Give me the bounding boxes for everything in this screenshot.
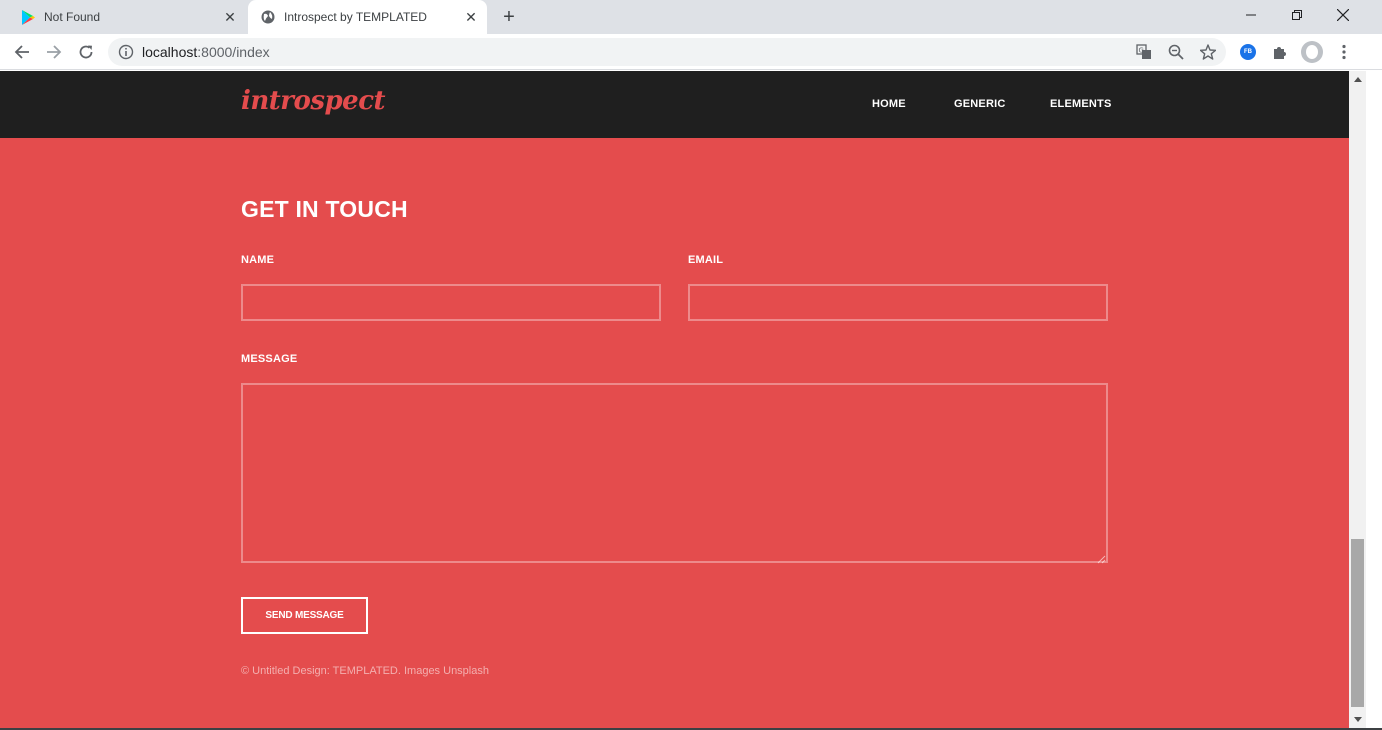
new-tab-button[interactable]: + [498,6,520,28]
address-bar[interactable]: localhost:8000/index G [108,38,1226,66]
bookmark-star-icon[interactable] [1198,42,1218,62]
page-viewport: introspect HOME GENERIC ELEMENTS GET IN … [0,71,1349,728]
site-header: introspect HOME GENERIC ELEMENTS [0,71,1349,138]
close-icon[interactable]: ✕ [220,7,240,27]
images-prefix: . Images [397,665,444,677]
tab-not-found[interactable]: Not Found ✕ [8,0,246,34]
email-input[interactable] [688,284,1108,321]
close-icon[interactable]: ✕ [461,7,481,27]
section-title: GET IN TOUCH [241,196,408,222]
translate-icon[interactable]: G [1134,42,1154,62]
templated-link[interactable]: TEMPLATED [333,665,398,677]
url-path: :8000/index [197,44,270,60]
window-right-edge [1366,71,1382,728]
nav-elements[interactable]: ELEMENTS [1050,98,1112,110]
restore-button[interactable] [1274,0,1320,30]
reload-icon[interactable] [72,38,100,66]
globe-icon [260,9,276,25]
message-textarea[interactable] [241,383,1108,563]
info-icon[interactable] [118,44,134,60]
copyright-prefix: © Untitled Design: [241,665,333,677]
browser-toolbar: localhost:8000/index G FB [0,34,1382,70]
back-arrow-icon[interactable] [8,38,36,66]
extensions-puzzle-icon[interactable] [1266,38,1294,66]
svg-text:G: G [1139,47,1144,55]
scroll-up-arrow-icon[interactable] [1349,71,1366,88]
scrollbar-thumb[interactable] [1351,539,1364,707]
profile-avatar-icon[interactable] [1298,38,1326,66]
email-label: EMAIL [688,254,724,266]
nav-generic[interactable]: GENERIC [954,98,1006,110]
message-label: MESSAGE [241,353,298,365]
url-text: localhost:8000/index [142,44,270,60]
copyright-text: © Untitled Design: TEMPLATED. Images Uns… [241,665,489,677]
send-message-button[interactable]: SEND MESSAGE [241,597,368,634]
nav-home[interactable]: HOME [872,98,906,110]
forward-arrow-icon[interactable] [40,38,68,66]
browser-tab-bar: Not Found ✕ Introspect by TEMPLATED ✕ + [0,0,1382,34]
close-window-button[interactable] [1320,0,1366,30]
tab-title: Introspect by TEMPLATED [284,10,427,24]
url-host: localhost [142,44,198,60]
unsplash-link[interactable]: Unsplash [443,665,489,677]
tab-introspect[interactable]: Introspect by TEMPLATED ✕ [248,0,487,34]
minimize-button[interactable] [1228,0,1274,30]
zoom-icon[interactable] [1166,42,1186,62]
scroll-down-arrow-icon[interactable] [1349,711,1366,728]
name-input[interactable] [241,284,661,321]
extension-fb-icon[interactable]: FB [1234,38,1262,66]
browser-menu-icon[interactable] [1330,38,1358,66]
resize-grip-icon[interactable] [1096,551,1106,564]
page-scrollbar[interactable] [1349,71,1366,728]
extension-badge: FB [1240,44,1256,60]
tab-title: Not Found [44,10,101,24]
site-logo[interactable]: introspect [241,86,386,116]
name-label: NAME [241,254,275,266]
play-store-icon [20,9,36,25]
